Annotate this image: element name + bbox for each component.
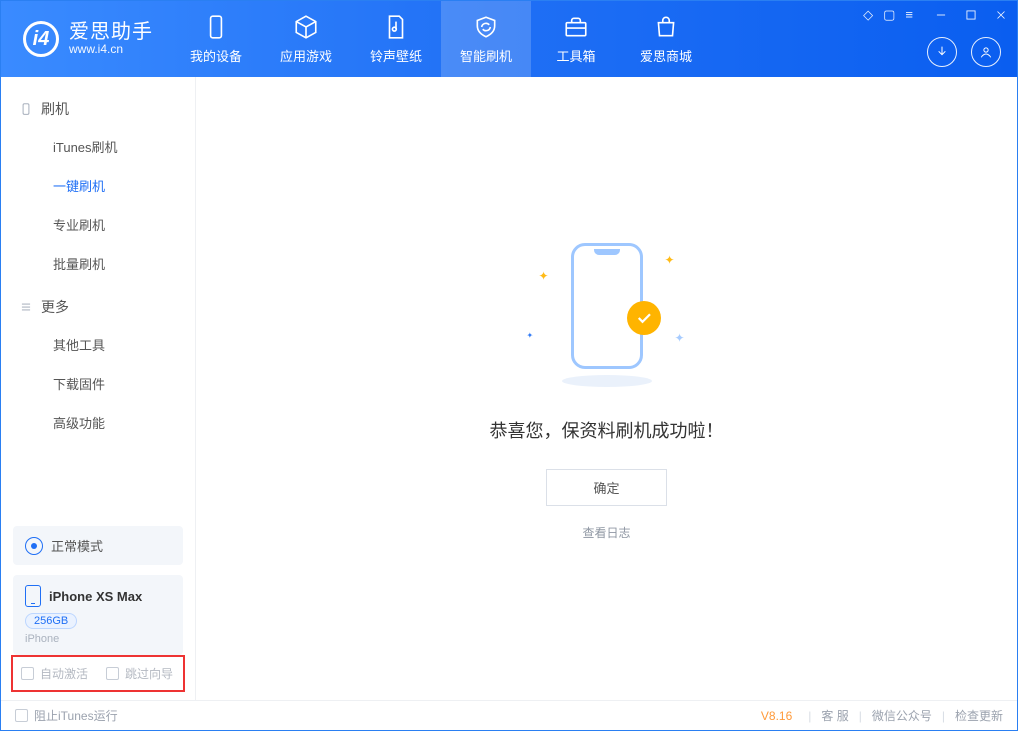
ok-button[interactable]: 确定 [546,469,666,506]
phone-icon [203,14,229,40]
device-name: iPhone XS Max [49,589,142,604]
tab-label: 应用游戏 [280,46,332,65]
sidebar-group-flash: 刷机 [1,91,195,127]
wechat-link[interactable]: 微信公众号 [872,707,932,724]
sidebar-item-download-firmware[interactable]: 下载固件 [1,364,195,403]
shirt-icon[interactable]: ◇ [863,7,873,23]
list-icon [19,300,33,314]
check-update-link[interactable]: 检查更新 [955,707,1003,724]
group-title: 刷机 [41,99,69,119]
menu-lines-icon[interactable]: ≡ [905,7,913,23]
version-label: V8.16 [761,709,792,723]
user-area [927,37,1001,67]
toolbox-icon [563,14,589,40]
group-title: 更多 [41,297,69,317]
account-button[interactable] [971,37,1001,67]
tab-ringtone-wallpaper[interactable]: 铃声壁纸 [351,1,441,77]
tab-label: 智能刷机 [460,46,512,65]
checkbox-icon [106,667,119,680]
customer-service-link[interactable]: 客 服 [821,707,848,724]
check-badge-icon [627,301,661,335]
main-content: 恭喜您，保资料刷机成功啦！ 确定 查看日志 [196,77,1017,700]
minimize-button[interactable] [931,5,951,25]
note-icon[interactable]: ▢ [883,7,895,23]
checkbox-label: 自动激活 [40,665,88,682]
brand-subtitle: www.i4.cn [69,43,153,56]
brand-logo-icon: i4 [23,21,59,57]
separator: | [942,709,945,723]
tab-apps-games[interactable]: 应用游戏 [261,1,351,77]
tab-my-device[interactable]: 我的设备 [171,1,261,77]
checkbox-icon [15,709,28,722]
sidebar-item-oneclick-flash[interactable]: 一键刷机 [1,166,195,205]
separator: | [859,709,862,723]
device-icon [25,585,41,607]
device-small-icon [19,102,33,116]
tab-smart-flash[interactable]: 智能刷机 [441,1,531,77]
tab-store[interactable]: 爱思商城 [621,1,711,77]
mode-status[interactable]: 正常模式 [13,526,183,565]
device-card[interactable]: iPhone XS Max 256GB iPhone [13,575,183,655]
brand-title: 爱思助手 [69,21,153,43]
maximize-button[interactable] [961,5,981,25]
checkbox-skip-guide[interactable]: 跳过向导 [106,665,173,682]
success-illustration [527,237,687,387]
device-storage: 256GB [25,613,77,629]
close-button[interactable] [991,5,1011,25]
sidebar-item-other-tools[interactable]: 其他工具 [1,325,195,364]
title-bar: i4 爱思助手 www.i4.cn 我的设备 应用游戏 铃声壁纸 智能刷机 工具… [1,1,1017,77]
checkbox-icon [21,667,34,680]
sparkle-icon [539,267,549,285]
separator: | [808,709,811,723]
quick-shapes: ◇ ▢ ≡ [863,7,913,23]
music-file-icon [383,14,409,40]
mode-label: 正常模式 [51,536,103,555]
tab-label: 工具箱 [556,46,595,65]
mode-icon [25,537,43,555]
status-bar: 阻止iTunes运行 V8.16 | 客 服 | 微信公众号 | 检查更新 [1,700,1017,730]
tab-label: 我的设备 [190,46,242,65]
tab-toolbox[interactable]: 工具箱 [531,1,621,77]
sidebar-item-batch-flash[interactable]: 批量刷机 [1,244,195,283]
sidebar-item-itunes-flash[interactable]: iTunes刷机 [1,127,195,166]
tab-label: 铃声壁纸 [370,46,422,65]
view-log-link[interactable]: 查看日志 [582,524,630,541]
tab-label: 爱思商城 [640,46,692,65]
checkbox-block-itunes[interactable]: 阻止iTunes运行 [15,707,118,724]
sidebar-item-advanced[interactable]: 高级功能 [1,403,195,442]
sidebar: 刷机 iTunes刷机 一键刷机 专业刷机 批量刷机 更多 其他工具 下载固件 … [1,77,196,700]
checkbox-auto-activate[interactable]: 自动激活 [21,665,88,682]
cube-icon [293,14,319,40]
refresh-shield-icon [473,14,499,40]
checkbox-label: 阻止iTunes运行 [34,707,118,724]
sparkle-icon [527,325,534,343]
checkbox-label: 跳过向导 [125,665,173,682]
success-message: 恭喜您，保资料刷机成功啦！ [490,417,724,443]
device-type: iPhone [25,633,171,645]
main-tabs: 我的设备 应用游戏 铃声壁纸 智能刷机 工具箱 爱思商城 [171,1,711,77]
sparkle-icon [674,329,684,347]
highlighted-options: 自动激活 跳过向导 [11,655,185,692]
window-controls: ◇ ▢ ≡ [863,5,1011,25]
sparkle-icon [664,251,674,269]
sidebar-item-pro-flash[interactable]: 专业刷机 [1,205,195,244]
brand: i4 爱思助手 www.i4.cn [1,1,171,77]
shopping-bag-icon [653,14,679,40]
sidebar-group-more: 更多 [1,289,195,325]
download-button[interactable] [927,37,957,67]
